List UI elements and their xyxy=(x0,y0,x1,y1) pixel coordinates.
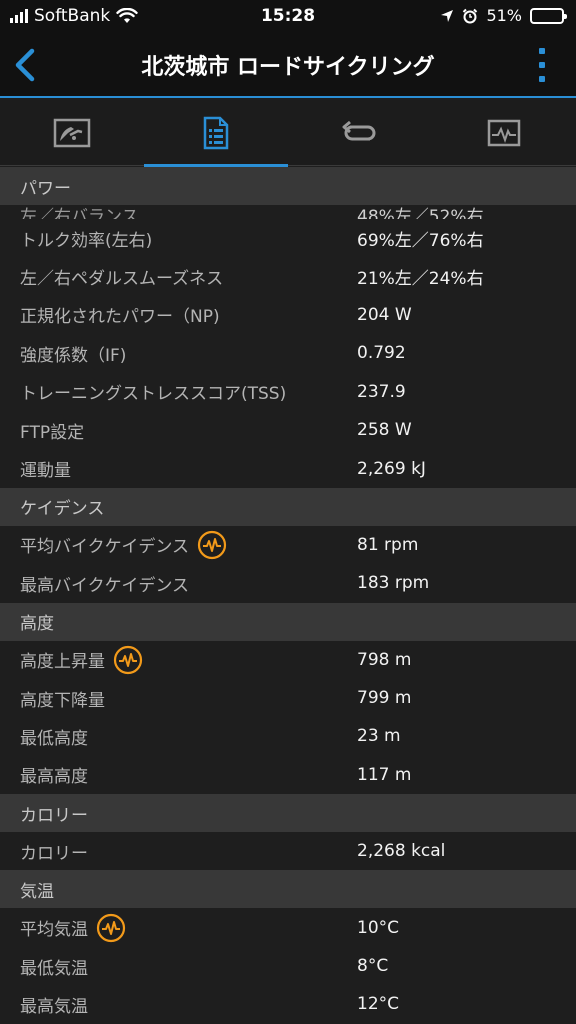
laps-icon xyxy=(342,120,376,141)
stat-value: 117 m xyxy=(357,764,412,785)
tab-details[interactable] xyxy=(144,100,288,167)
stat-value: 21%左／24%右 xyxy=(357,269,484,290)
activity-details-list[interactable]: パワー 左／右バランス 48%左／52%右 トルク効率(左右) 69%左／76%右… xyxy=(0,167,576,1024)
stat-label: 強度係数（IF) xyxy=(20,345,127,366)
stat-label: 最低気温 xyxy=(20,958,88,979)
stat-label: 高度下降量 xyxy=(20,690,105,711)
charts-icon xyxy=(487,119,521,147)
list-item: 最低気温 8°C xyxy=(0,946,576,986)
stat-label: カロリー xyxy=(20,843,88,864)
more-dot xyxy=(539,48,545,54)
alarm-icon xyxy=(463,8,478,23)
more-dot xyxy=(539,76,545,82)
back-button[interactable] xyxy=(8,46,44,84)
stat-label: 左／右バランス xyxy=(20,207,139,220)
location-arrow-icon xyxy=(441,9,454,22)
stat-label: 運動量 xyxy=(20,461,71,482)
stat-value: 204 W xyxy=(357,304,412,325)
list-item: 高度下降量 799 m xyxy=(0,678,576,718)
stat-value: 12°C xyxy=(357,994,400,1015)
list-item: 最低高度 23 m xyxy=(0,717,576,756)
status-bar: SoftBank 15:28 51% xyxy=(0,0,576,32)
tab-overview[interactable] xyxy=(0,100,144,166)
stat-value: 2,269 kJ xyxy=(357,458,426,479)
list-item: 強度係数（IF) 0.792 xyxy=(0,334,576,373)
stat-value: 69%左／76%右 xyxy=(357,230,484,251)
list-item: 高度上昇量 798 m xyxy=(0,640,576,679)
stat-label-wrap: 高度上昇量 xyxy=(0,645,337,675)
list-item: 最高バイクケイデンス 183 rpm xyxy=(0,564,576,603)
stat-label: 左／右ペダルスムーズネス xyxy=(20,269,224,290)
stat-label: 平均バイクケイデンス xyxy=(20,537,189,558)
list-item: 最高気温 12°C xyxy=(0,985,576,1024)
battery-percent: 51% xyxy=(486,6,522,25)
list-item: 正規化されたパワー（NP) 204 W xyxy=(0,295,576,335)
status-right: 51% xyxy=(440,6,567,25)
list-item-partial: 左／右バランス 48%左／52%右 xyxy=(0,205,576,220)
stat-value: 48%左／52%右 xyxy=(357,207,484,220)
stat-value: 23 m xyxy=(357,726,401,747)
stat-label-wrap: 平均バイクケイデンス xyxy=(0,530,337,560)
stat-value: 798 m xyxy=(357,649,412,670)
list-item: 運動量 2,269 kJ xyxy=(0,449,576,488)
list-item: 左／右ペダルスムーズネス 21%左／24%右 xyxy=(0,257,576,296)
section-header-calories: カロリー xyxy=(0,794,576,833)
stat-label: 最高バイクケイデンス xyxy=(20,575,189,596)
tab-charts[interactable] xyxy=(432,100,576,166)
stat-value: 0.792 xyxy=(357,343,406,364)
list-item: 最高高度 117 m xyxy=(0,755,576,795)
section-header-elevation: 高度 xyxy=(0,602,576,641)
stat-label: 最高高度 xyxy=(20,767,88,788)
page-title: 北茨城市 ロードサイクリング xyxy=(141,55,435,80)
stat-label: 高度上昇量 xyxy=(20,652,105,673)
stat-value: 2,268 kcal xyxy=(357,841,446,862)
nav-bar: 北茨城市 ロードサイクリング xyxy=(0,32,576,98)
stat-label: 平均気温 xyxy=(20,920,88,941)
more-menu-button[interactable] xyxy=(538,48,546,82)
section-header-cadence: ケイデンス xyxy=(0,487,576,526)
stat-label-wrap: 平均気温 xyxy=(0,913,337,943)
list-item: トルク効率(左右) 69%左／76%右 xyxy=(0,219,576,258)
stat-label: トルク効率(左右) xyxy=(20,230,153,251)
chevron-left-icon xyxy=(15,48,35,82)
stat-value: 183 rpm xyxy=(357,573,430,594)
list-item: カロリー 2,268 kcal xyxy=(0,832,576,871)
more-dot xyxy=(539,62,545,68)
list-item: トレーニングストレススコア(TSS) 237.9 xyxy=(0,372,576,411)
list-item: 平均バイクケイデンス 81 rpm xyxy=(0,525,576,565)
stat-value: 8°C xyxy=(357,956,389,977)
stat-value: 10°C xyxy=(357,917,400,938)
section-header-temperature: 気温 xyxy=(0,870,576,909)
stat-label: 正規化されたパワー（NP) xyxy=(20,307,220,328)
list-item: 平均気温 10°C xyxy=(0,908,576,947)
overview-icon xyxy=(53,118,91,148)
list-item: FTP設定 258 W xyxy=(0,410,576,450)
chart-link-icon[interactable] xyxy=(197,530,227,560)
chart-link-icon[interactable] xyxy=(113,645,143,675)
stat-label: 最高気温 xyxy=(20,996,88,1017)
section-header-power: パワー xyxy=(0,167,576,205)
stat-label: トレーニングストレススコア(TSS) xyxy=(20,384,287,405)
stat-value: 237.9 xyxy=(357,381,406,402)
tab-bar xyxy=(0,100,576,167)
chart-link-icon[interactable] xyxy=(96,913,126,943)
battery-icon xyxy=(530,7,567,24)
details-icon xyxy=(203,116,229,150)
stat-value: 799 m xyxy=(357,688,412,709)
stat-value: 258 W xyxy=(357,420,412,441)
tab-laps[interactable] xyxy=(288,100,432,166)
stat-value: 81 rpm xyxy=(357,534,419,555)
stat-label: FTP設定 xyxy=(20,422,85,443)
stat-label: 最低高度 xyxy=(20,728,88,749)
